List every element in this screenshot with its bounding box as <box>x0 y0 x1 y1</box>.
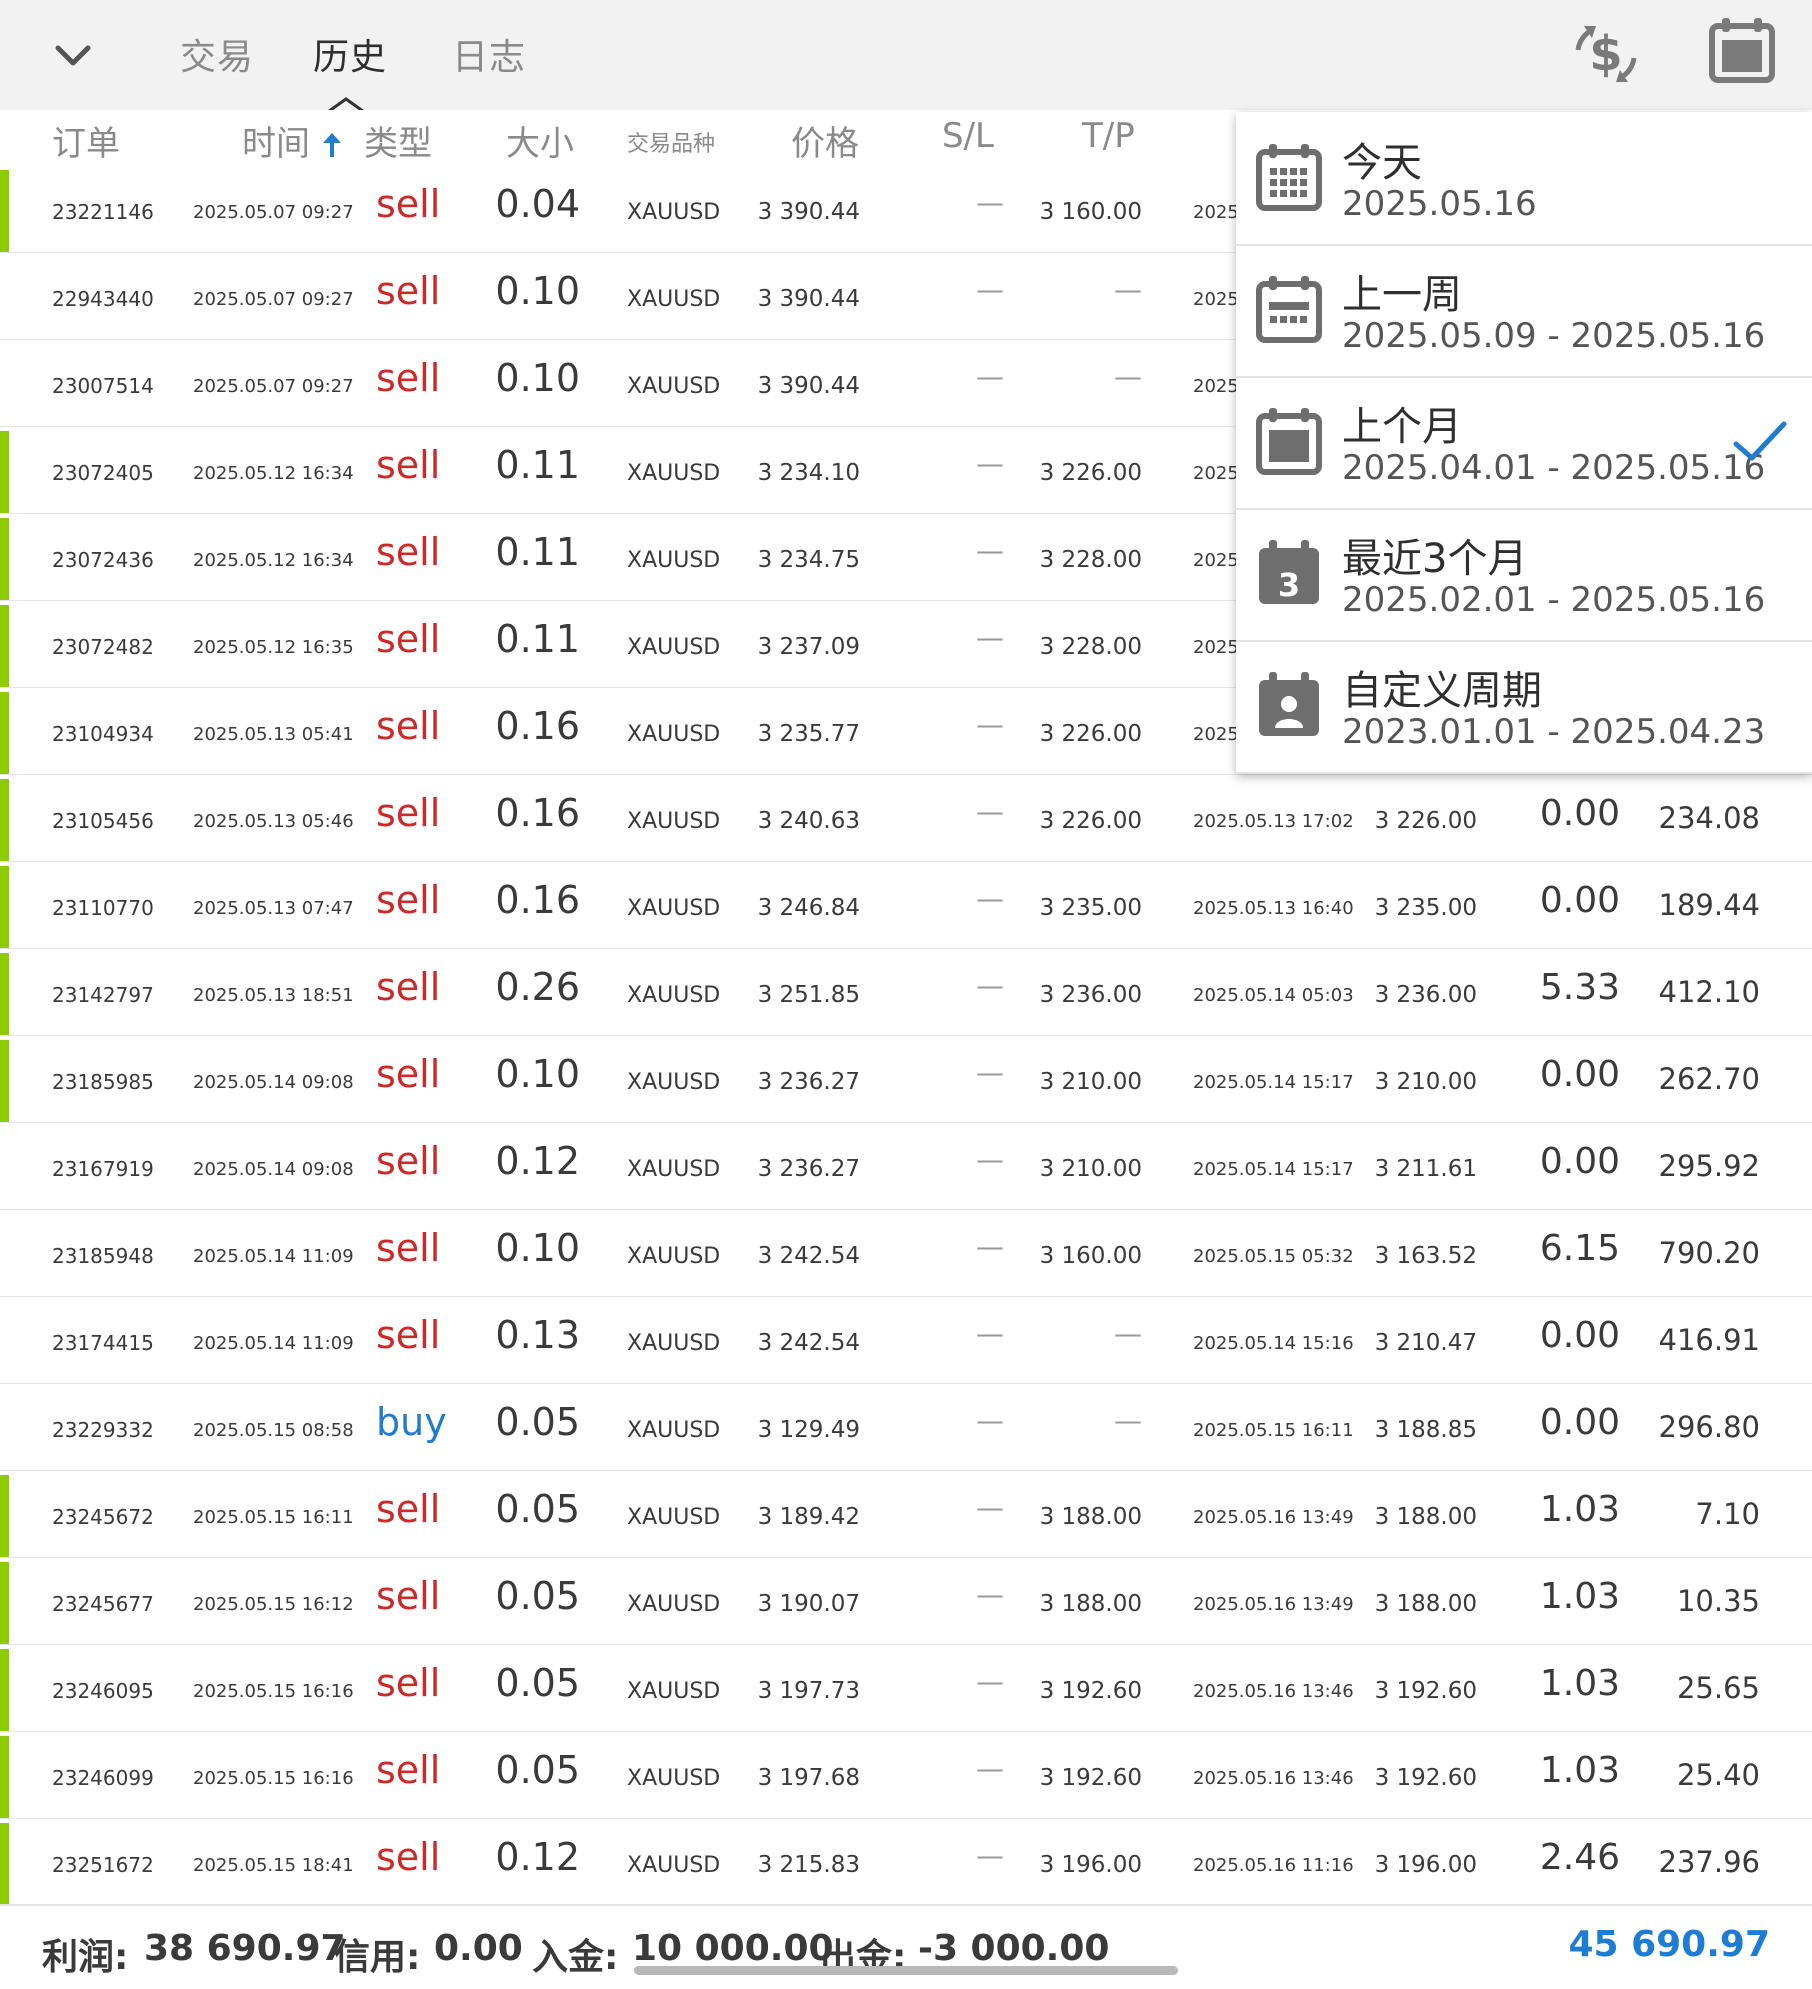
toolbar: 交易 历史 日志 $ <box>0 0 1812 116</box>
profit-cell: 412.10 <box>1658 975 1760 1009</box>
calendar-grid-icon <box>1256 144 1322 211</box>
calendar-person-icon <box>1259 672 1319 736</box>
tab-journal[interactable]: 日志 <box>452 28 526 80</box>
table-row[interactable]: 23246099 2025.05.15 16:16 sell 0.05 XAUUSD 3 … <box>0 1732 1812 1820</box>
tp-cell: 3 228.00 <box>1039 547 1142 573</box>
menu-item-title: 今天 <box>1342 140 1422 186</box>
table-row[interactable]: 23251672 2025.05.15 18:41 sell 0.12 XAUUSD 3 … <box>0 1819 1812 1907</box>
table-row[interactable]: 23167919 2025.05.14 09:08 sell 0.12 XAUUSD 3 … <box>0 1123 1812 1211</box>
deposit-value: 10 000.00 <box>632 1928 834 1969</box>
menu-item-range: 2025.05.16 <box>1342 184 1537 224</box>
calendar-week-icon <box>1256 276 1322 343</box>
table-row[interactable]: 23245677 2025.05.15 16:12 sell 0.05 XAUUSD 3 … <box>0 1558 1812 1646</box>
tp-cell: 3 160.00 <box>1039 199 1142 225</box>
tp-cell: 3 226.00 <box>1039 460 1142 486</box>
column-header-order[interactable]: 订单 <box>52 116 120 165</box>
profit-cell: 237.96 <box>1658 1845 1760 1879</box>
column-header-price[interactable]: 价格 <box>791 116 859 165</box>
column-header-type[interactable]: 类型 <box>364 116 432 165</box>
tp-cell: 3 226.00 <box>1039 721 1142 747</box>
column-header-sl[interactable]: S/L <box>942 116 994 156</box>
profit-cell: 25.40 <box>1676 1758 1760 1792</box>
calendar-month-icon <box>1256 408 1322 475</box>
profit-cell: 790.20 <box>1658 1236 1760 1270</box>
menu-item-last-week[interactable]: 上一周 2025.05.09 - 2025.05.16 <box>1236 244 1812 378</box>
menu-item-title: 上一周 <box>1342 272 1462 318</box>
table-row[interactable]: 23229332 2025.05.15 08:58 buy 0.05 XAUUSD 3 1… <box>0 1384 1812 1472</box>
tp-cell: — <box>1114 360 1142 393</box>
menu-item-range: 2025.05.09 - 2025.05.16 <box>1342 316 1766 356</box>
summary-bar: 利润: 38 690.97 信用: 0.00 入金: 10 000.00 出金:… <box>0 1904 1812 1989</box>
svg-text:$: $ <box>1589 26 1622 82</box>
tp-cell: — <box>1114 273 1142 306</box>
deposit-label: 入金: <box>532 1937 619 1978</box>
credit-label: 信用: <box>334 1937 421 1978</box>
withdrawal-value: -3 000.00 <box>918 1928 1110 1969</box>
menu-item-custom-period[interactable]: 自定义周期 2023.01.01 - 2025.04.23 <box>1236 640 1812 774</box>
menu-item-title: 最近3个月 <box>1342 536 1528 582</box>
menu-item-range: 2025.02.01 - 2025.05.16 <box>1342 580 1766 620</box>
column-header-time-label: 时间 <box>242 124 310 164</box>
tab-trade[interactable]: 交易 <box>180 28 254 80</box>
table-row[interactable]: 23246095 2025.05.15 16:16 sell 0.05 XAUUSD 3 … <box>0 1645 1812 1733</box>
profit-cell: 25.65 <box>1676 1671 1760 1705</box>
calendar-3-icon-number: 3 <box>1278 566 1300 604</box>
table-row[interactable]: 23185985 2025.05.14 09:08 sell 0.10 XAUUSD 3 … <box>0 1036 1812 1124</box>
profit-cell: 416.91 <box>1658 1323 1760 1357</box>
column-header-size[interactable]: 大小 <box>506 116 574 165</box>
profit-cell: 262.70 <box>1658 1062 1760 1096</box>
chevron-down-icon[interactable] <box>48 30 98 80</box>
balance-value: 45 690.97 <box>1568 1924 1770 1965</box>
scroll-indicator[interactable] <box>634 1966 1178 1975</box>
column-header-time[interactable]: 时间 <box>242 116 343 165</box>
profit-cell: 189.44 <box>1658 888 1760 922</box>
column-header-tp[interactable]: T/P <box>1082 116 1135 156</box>
profit-cell: 7.10 <box>1695 1497 1760 1531</box>
table-row[interactable]: 23110770 2025.05.13 07:47 sell 0.16 XAUUSD 3 … <box>0 862 1812 950</box>
checkmark-icon <box>1733 421 1787 461</box>
calendar-icon[interactable] <box>1708 16 1776 84</box>
column-header-symbol[interactable]: 交易品种 <box>627 126 715 158</box>
profit-cell: 295.92 <box>1658 1149 1760 1183</box>
menu-item-range: 2023.01.01 - 2025.04.23 <box>1342 712 1766 752</box>
table-row[interactable]: 23245672 2025.05.15 16:11 sell 0.05 XAUUSD 3 … <box>0 1471 1812 1559</box>
profit-cell: 296.80 <box>1658 1410 1760 1444</box>
table-row[interactable]: 23185948 2025.05.14 11:09 sell 0.10 XAUUSD 3 … <box>0 1210 1812 1298</box>
menu-item-today[interactable]: 今天 2025.05.16 <box>1236 112 1812 246</box>
calendar-3-icon: 3 <box>1259 540 1319 604</box>
period-menu: 今天 2025.05.16 上一周 2025.05.09 - 2025.05.1… <box>1236 112 1812 774</box>
table-row[interactable]: 23142797 2025.05.13 18:51 sell 0.26 XAUUSD 3 … <box>0 949 1812 1037</box>
menu-item-title: 自定义周期 <box>1342 668 1542 714</box>
table-row[interactable]: 23105456 2025.05.13 05:46 sell 0.16 XAUUSD 3 … <box>0 775 1812 863</box>
menu-item-title: 上个月 <box>1342 404 1462 450</box>
profit-cell: 10.35 <box>1676 1584 1760 1618</box>
arrow-up-icon <box>322 133 341 157</box>
menu-item-last-month[interactable]: 上个月 2025.04.01 - 2025.05.16 <box>1236 376 1812 510</box>
menu-item-last-3-months[interactable]: 3 最近3个月 2025.02.01 - 2025.05.16 <box>1236 508 1812 642</box>
credit-value: 0.00 <box>434 1928 523 1969</box>
menu-item-range: 2025.04.01 - 2025.05.16 <box>1342 448 1766 488</box>
profit-cell: 234.08 <box>1658 801 1760 835</box>
currency-exchange-icon[interactable]: $ <box>1570 20 1642 88</box>
profit-label: 利润: <box>42 1937 129 1978</box>
profit-value: 38 690.97 <box>144 1928 346 1969</box>
table-row[interactable]: 23174415 2025.05.14 11:09 sell 0.13 XAUUSD 3 … <box>0 1297 1812 1385</box>
tp-cell: 3 228.00 <box>1039 634 1142 660</box>
tab-history[interactable]: 历史 <box>313 28 387 80</box>
